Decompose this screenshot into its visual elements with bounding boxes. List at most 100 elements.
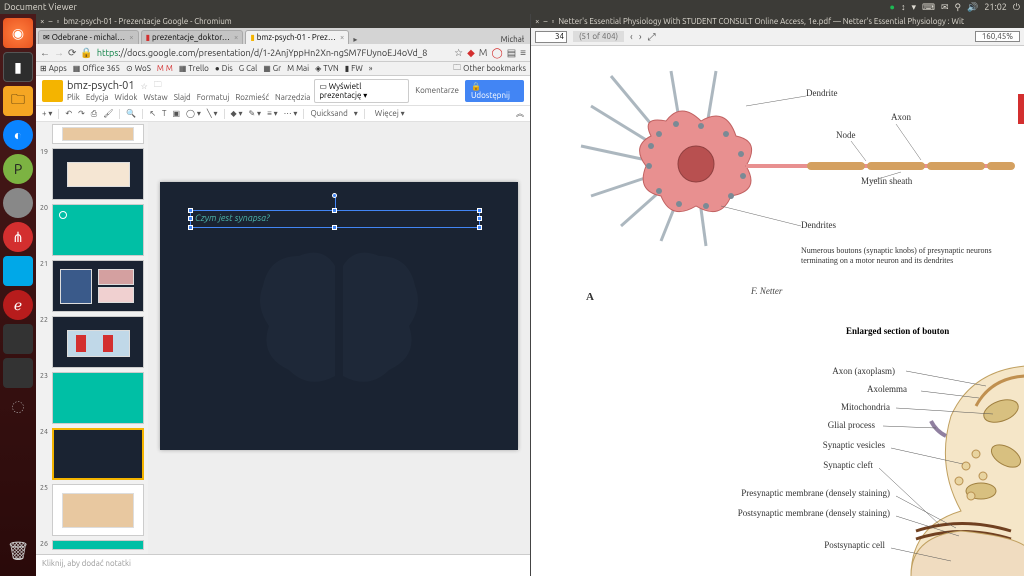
select-icon[interactable]: ↖ (149, 109, 156, 118)
resize-handle[interactable] (332, 208, 337, 213)
slide-thumb-24[interactable]: 24 (38, 428, 146, 480)
resize-handle[interactable] (477, 225, 482, 230)
launcher-app-6[interactable]: ◌ (3, 392, 33, 422)
launcher-trash[interactable]: 🗑 (3, 536, 33, 566)
slides-logo-icon[interactable] (42, 80, 63, 102)
slide-thumb[interactable] (38, 124, 146, 144)
tab-close-icon[interactable]: × (129, 33, 134, 42)
border-icon[interactable]: ✎ ▾ (249, 109, 262, 118)
menu-insert[interactable]: Wstaw (143, 93, 167, 102)
window-close-icon[interactable]: × (535, 17, 540, 26)
bookmark-wos[interactable]: ⊙ WoS (126, 64, 151, 73)
spotify-icon[interactable]: ● (890, 2, 895, 12)
launcher-app-3[interactable]: ℯ (3, 290, 33, 320)
present-button[interactable]: ▭ Wyświetl prezentację ▾ (314, 79, 409, 103)
slide-thumb-19[interactable]: 19 (38, 148, 146, 200)
mail-icon[interactable]: ✉ (941, 2, 949, 13)
zoom-display[interactable]: 160,45% (975, 31, 1020, 42)
apps-bookmark[interactable]: ⊞ Apps (40, 64, 67, 73)
resize-handle[interactable] (188, 208, 193, 213)
bookmark-office[interactable]: ▦ Office 365 (73, 64, 120, 73)
bookmark-dis[interactable]: ● Dis (215, 64, 233, 73)
menu-tools[interactable]: Narzędzia (275, 93, 310, 102)
comments-button[interactable]: Komentarze (415, 86, 459, 95)
slide-thumb-25[interactable]: 25 (38, 484, 146, 536)
slide-thumb-23[interactable]: 23 (38, 372, 146, 424)
folder-icon[interactable]: 🗀 (154, 79, 162, 93)
selected-text-box[interactable]: Czym jest synapsa? (190, 210, 480, 228)
reload-icon[interactable]: ⟳ (68, 47, 76, 59)
pdf-content[interactable]: Dendrite Node Axon Myelin sheath Dendrit… (531, 46, 1024, 576)
back-icon[interactable]: ← (40, 47, 50, 59)
resize-handle[interactable] (332, 225, 337, 230)
resize-handle[interactable] (188, 216, 193, 221)
slide-panel[interactable]: 19 20 21 22 (36, 122, 148, 554)
menu-icon[interactable]: ≡ (520, 47, 526, 59)
tab-presentation-1[interactable]: ▮ prezentacje_doktor… × (141, 30, 244, 44)
menu-view[interactable]: Widok (115, 93, 138, 102)
resize-handle[interactable] (477, 208, 482, 213)
url-field[interactable]: https://docs.google.com/presentation/d/1… (97, 48, 450, 58)
prev-page-icon[interactable]: ‹ (630, 31, 633, 42)
speaker-notes[interactable]: Kliknij, aby dodać notatki (36, 554, 530, 576)
bookmark-m[interactable]: M M (157, 64, 173, 73)
window-min-icon[interactable]: – (544, 17, 548, 26)
menu-arrange[interactable]: Rozmieść (235, 93, 269, 102)
share-button[interactable]: 🔒 Udostępnij (465, 80, 524, 102)
shape-icon[interactable]: ◯ ▾ (186, 109, 201, 118)
bookmark-trello[interactable]: ▦ Trello (179, 64, 209, 73)
ext-icon-2[interactable]: ◯ (492, 47, 503, 59)
launcher-app-5[interactable] (3, 358, 33, 388)
bookmark-overflow[interactable]: » (369, 64, 373, 73)
ext-icon-1[interactable]: ◆ (467, 47, 475, 59)
other-bookmarks[interactable]: 🗀 Other bookmarks (453, 62, 526, 76)
resize-handle[interactable] (188, 225, 193, 230)
launcher-files[interactable]: 🗀 (3, 86, 33, 116)
slide-thumb-21[interactable]: 21 (38, 260, 146, 312)
paint-format-icon[interactable]: 🖌 (103, 109, 113, 118)
star-icon[interactable]: ☆ (454, 47, 463, 59)
new-tab-button[interactable]: ▸ (349, 35, 361, 44)
border-weight-icon[interactable]: ≡ ▾ (267, 109, 278, 118)
tab-close-icon[interactable]: × (234, 33, 239, 42)
tab-close-icon[interactable]: × (340, 33, 345, 42)
ext-icon-3[interactable]: ▤ (507, 47, 516, 59)
window-max-icon[interactable]: ▫ (551, 17, 554, 26)
launcher-pycharm[interactable]: P (3, 154, 33, 184)
menu-format[interactable]: Formatuj (197, 93, 230, 102)
border-dash-icon[interactable]: ⋯ ▾ (284, 109, 298, 118)
keyboard-icon[interactable]: ⌨ (922, 2, 935, 13)
next-page-icon[interactable]: › (639, 31, 642, 42)
line-icon[interactable]: ╲ ▾ (207, 109, 218, 118)
textbox-icon[interactable]: T (162, 109, 166, 118)
bookmark-cal[interactable]: G Cal (239, 64, 257, 73)
fit-icon[interactable]: ⤢ (648, 31, 656, 43)
clock[interactable]: 21:02 (984, 2, 1007, 12)
resize-handle[interactable] (477, 216, 482, 221)
chrome-profile[interactable]: Michał (495, 35, 530, 44)
window-max-icon[interactable]: ▫ (56, 17, 59, 26)
bookmark-tvn[interactable]: ◈ TVN (315, 64, 339, 73)
launcher-chromium[interactable]: ◐ (3, 120, 33, 150)
gmail-ext-icon[interactable]: M (479, 47, 488, 58)
more-button[interactable]: Więcej ▾ (375, 109, 405, 118)
fill-icon[interactable]: ◆ ▾ (231, 109, 243, 118)
power-icon[interactable]: ⏻ (1013, 2, 1020, 13)
wifi-icon[interactable]: ▾ (911, 2, 916, 13)
menu-slide[interactable]: Slajd (174, 93, 191, 102)
star-doc-icon[interactable]: ☆ (141, 82, 148, 91)
tab-inbox[interactable]: ✉ Odebrane - michal… × (38, 30, 139, 44)
zoom-icon[interactable]: 🔍 (126, 109, 136, 118)
slide-thumb-22[interactable]: 22 (38, 316, 146, 368)
undo-icon[interactable]: ↶ (65, 109, 72, 118)
window-close-icon[interactable]: × (40, 17, 45, 26)
new-slide-icon[interactable]: + ▾ (42, 109, 52, 118)
bluetooth-icon[interactable]: ⚲ (955, 2, 962, 13)
rotate-handle[interactable] (332, 193, 337, 198)
window-min-icon[interactable]: – (49, 17, 53, 26)
collapse-toolbar-icon[interactable]: ︽ (516, 108, 524, 119)
bookmark-gr[interactable]: ▦ Gr (263, 64, 281, 73)
bookmark-fw[interactable]: ▮ FW (345, 64, 363, 73)
redo-icon[interactable]: ↷ (78, 109, 85, 118)
forward-icon[interactable]: → (54, 47, 64, 59)
